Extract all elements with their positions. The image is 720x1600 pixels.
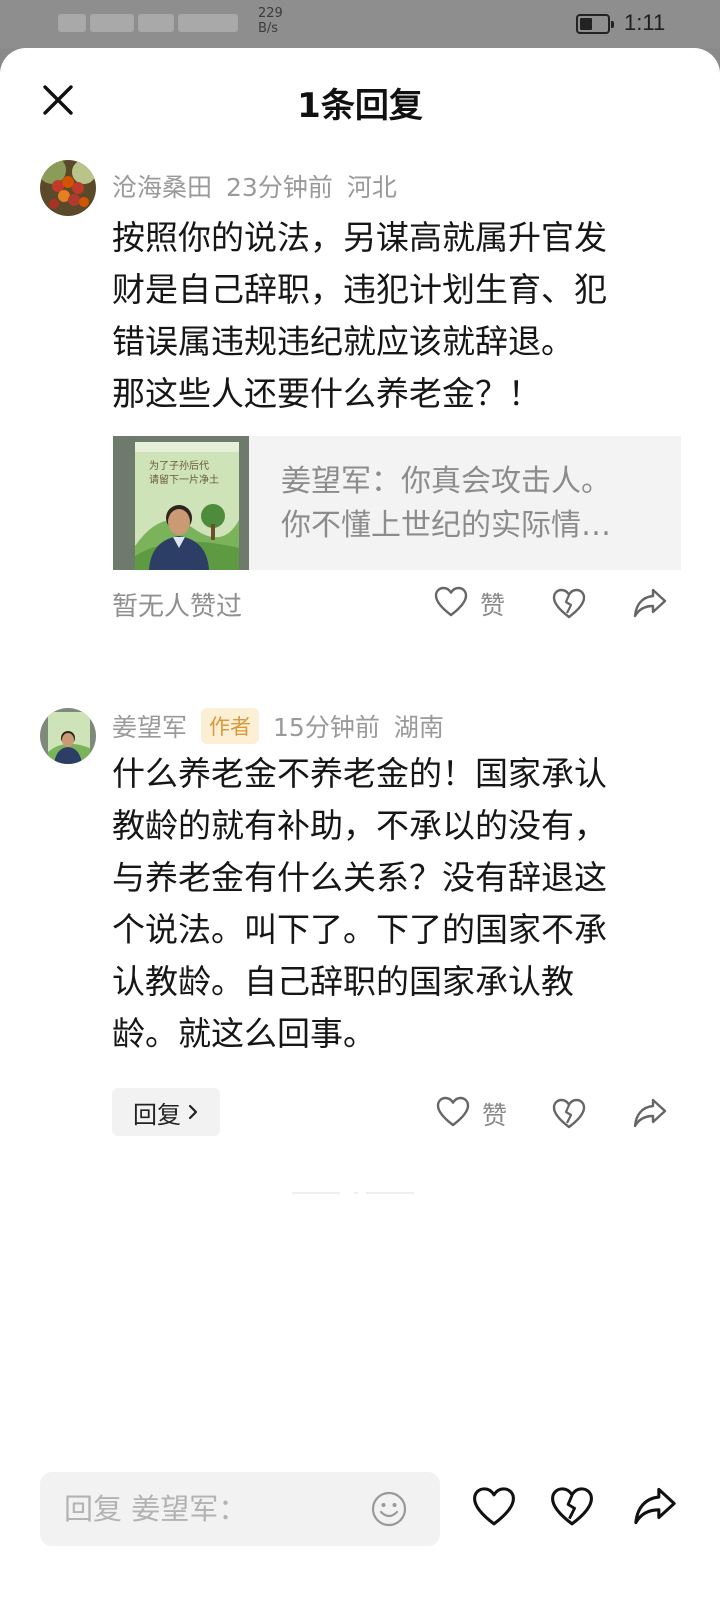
broken-heart-icon[interactable]: [552, 1098, 586, 1130]
comment-meta: 沧海桑田 23分钟前 河北: [112, 168, 411, 204]
end-of-list-divider: [354, 1192, 358, 1194]
sheet-title: 1条回复: [297, 86, 423, 126]
reply-text[interactable]: 什么养老金不养老金的！国家承认 教龄的就有补助，不承以的没有， 与养老金有什么关…: [112, 748, 607, 1060]
quoted-post-thumbnail: 为了子孙后代 请留下一片净土: [113, 436, 249, 570]
chevron-right-icon: [188, 1104, 198, 1120]
status-time: 1:11: [624, 10, 666, 35]
comment-time: 23分钟前: [226, 173, 333, 202]
comment-username[interactable]: 沧海桑田: [112, 173, 212, 202]
status-notification-icons: [58, 10, 258, 36]
reply-line: 个说法。叫下了。下了的国家不承: [112, 910, 607, 949]
share-icon[interactable]: [632, 586, 668, 620]
network-speed: 229 B/s: [258, 6, 283, 36]
end-of-list-divider: [292, 1192, 340, 1194]
avatar[interactable]: [40, 708, 96, 764]
reply-button[interactable]: 回复: [112, 1088, 220, 1136]
reply-input-bar[interactable]: [40, 1472, 440, 1546]
comment-line: 财是自己辞职，违犯计划生育、犯: [112, 270, 607, 309]
status-bar: 229 B/s 1:11: [0, 0, 720, 48]
reply-line: 与养老金有什么关系？没有辞退这: [112, 858, 607, 897]
reply-line: 什么养老金不养老金的！国家承认: [112, 754, 607, 793]
reply-line: 教龄的就有补助，不承以的没有，: [112, 806, 607, 845]
comment-line: 错误属违规违纪就应该就辞退。: [112, 322, 574, 361]
like-label: 赞: [480, 591, 506, 620]
end-of-list-divider: [366, 1192, 414, 1194]
replies-sheet: 1条回复 沧海桑田 23分钟前 河北 按照你的说法，另谋高就属升官发 财是自己辞职，…: [0, 48, 720, 1600]
comment-location: 河北: [346, 173, 397, 202]
quoted-post-text: 姜望军：你真会攻击人。 你不懂上世纪的实际情…: [281, 464, 611, 543]
no-likes-text: 暂无人赞过: [112, 592, 243, 622]
comment-line: 那这些人还要什么养老金？！: [112, 374, 541, 413]
reply-button-label: 回复: [133, 1100, 181, 1129]
broken-heart-icon[interactable]: [552, 588, 586, 620]
heart-icon: [436, 1096, 470, 1127]
comment-line: 按照你的说法，另谋高就属升官发: [112, 218, 607, 257]
share-icon[interactable]: [632, 1096, 668, 1130]
heart-icon: [434, 586, 468, 617]
reply-username[interactable]: 姜望军: [112, 713, 187, 742]
heart-icon[interactable]: [472, 1486, 516, 1528]
reply-line: 龄。就这么回事。: [112, 1014, 376, 1053]
emoji-icon[interactable]: [370, 1490, 408, 1528]
comment-text[interactable]: 按照你的说法，另谋高就属升官发 财是自己辞职，违犯计划生育、犯 错误属违规违纪就…: [112, 212, 607, 420]
battery-icon: [576, 14, 614, 34]
reply-meta: 姜望军 作者 15分钟前 湖南: [112, 708, 458, 744]
reply-line: 认教龄。自己辞职的国家承认教: [112, 962, 574, 1001]
like-label: 赞: [482, 1101, 508, 1130]
author-badge: 作者: [201, 708, 260, 744]
share-icon[interactable]: [632, 1484, 678, 1528]
reply-input[interactable]: [64, 1472, 364, 1546]
quoted-post-card[interactable]: 为了子孙后代 请留下一片净土 姜望军：你真会攻击人。 你不懂上世纪的实际情…: [113, 436, 681, 570]
broken-heart-icon[interactable]: [550, 1486, 594, 1528]
thumbnail-caption: 为了子孙后代 请留下一片净土: [149, 461, 219, 486]
reply-time: 15分钟前: [273, 713, 380, 742]
reply-location: 湖南: [393, 713, 444, 742]
avatar[interactable]: [40, 160, 96, 216]
